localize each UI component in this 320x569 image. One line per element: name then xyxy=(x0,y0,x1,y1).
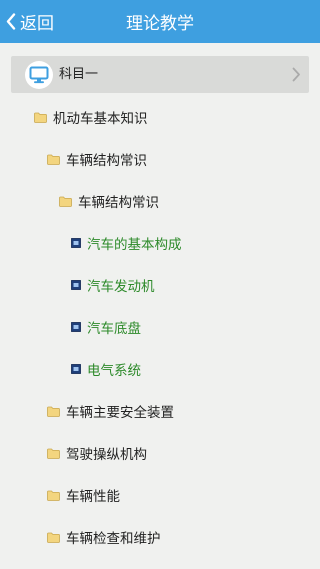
back-label: 返回 xyxy=(20,14,54,34)
folder-icon xyxy=(47,154,60,165)
folder-icon xyxy=(47,448,60,459)
tree-item-label: 汽车底盘 xyxy=(87,321,141,337)
tree-item-label: 驾驶操纵机构 xyxy=(66,447,147,463)
folder-icon xyxy=(47,532,60,543)
tree-item-label: 车辆结构常识 xyxy=(78,195,159,211)
folder-icon xyxy=(34,112,47,123)
document-icon xyxy=(71,364,81,374)
tree-folder-item[interactable]: 车辆结构常识 xyxy=(47,145,147,173)
folder-icon xyxy=(47,490,60,501)
tree-item-label: 车辆性能 xyxy=(66,489,120,505)
chevron-right-icon xyxy=(292,67,300,82)
document-icon xyxy=(71,238,81,248)
subject-row[interactable]: 科目一 xyxy=(11,56,309,93)
tree-item-label: 车辆检查和维护 xyxy=(66,531,161,547)
tree-lesson-item[interactable]: 电气系统 xyxy=(71,355,141,383)
chevron-left-icon xyxy=(6,13,16,30)
tree-item-label: 机动车基本知识 xyxy=(53,111,148,127)
tree-folder-item[interactable]: 车辆检查和维护 xyxy=(47,523,161,551)
tree-lesson-item[interactable]: 汽车发动机 xyxy=(71,271,155,299)
tree-folder-item[interactable]: 机动车基本知识 xyxy=(34,103,148,131)
tree-item-label: 电气系统 xyxy=(87,363,141,379)
back-button[interactable]: 返回 xyxy=(6,0,54,43)
document-icon xyxy=(71,280,81,290)
tree-folder-item[interactable]: 驾驶操纵机构 xyxy=(47,439,147,467)
tree-lesson-item[interactable]: 汽车的基本构成 xyxy=(71,229,182,257)
tree-item-label: 车辆主要安全装置 xyxy=(66,405,174,421)
folder-icon xyxy=(47,406,60,417)
tree-item-label: 汽车发动机 xyxy=(87,279,155,295)
tree-folder-item[interactable]: 车辆结构常识 xyxy=(59,187,159,215)
folder-icon xyxy=(59,196,72,207)
monitor-icon xyxy=(25,61,53,89)
tree-lesson-item[interactable]: 汽车底盘 xyxy=(71,313,141,341)
document-icon xyxy=(71,322,81,332)
tree-item-label: 汽车的基本构成 xyxy=(87,237,182,253)
subject-label: 科目一 xyxy=(59,67,99,82)
tree-folder-item[interactable]: 车辆性能 xyxy=(47,481,120,509)
top-bar: 返回 理论教学 xyxy=(0,0,320,43)
tree-item-label: 车辆结构常识 xyxy=(66,153,147,169)
tree-folder-item[interactable]: 车辆主要安全装置 xyxy=(47,397,174,425)
